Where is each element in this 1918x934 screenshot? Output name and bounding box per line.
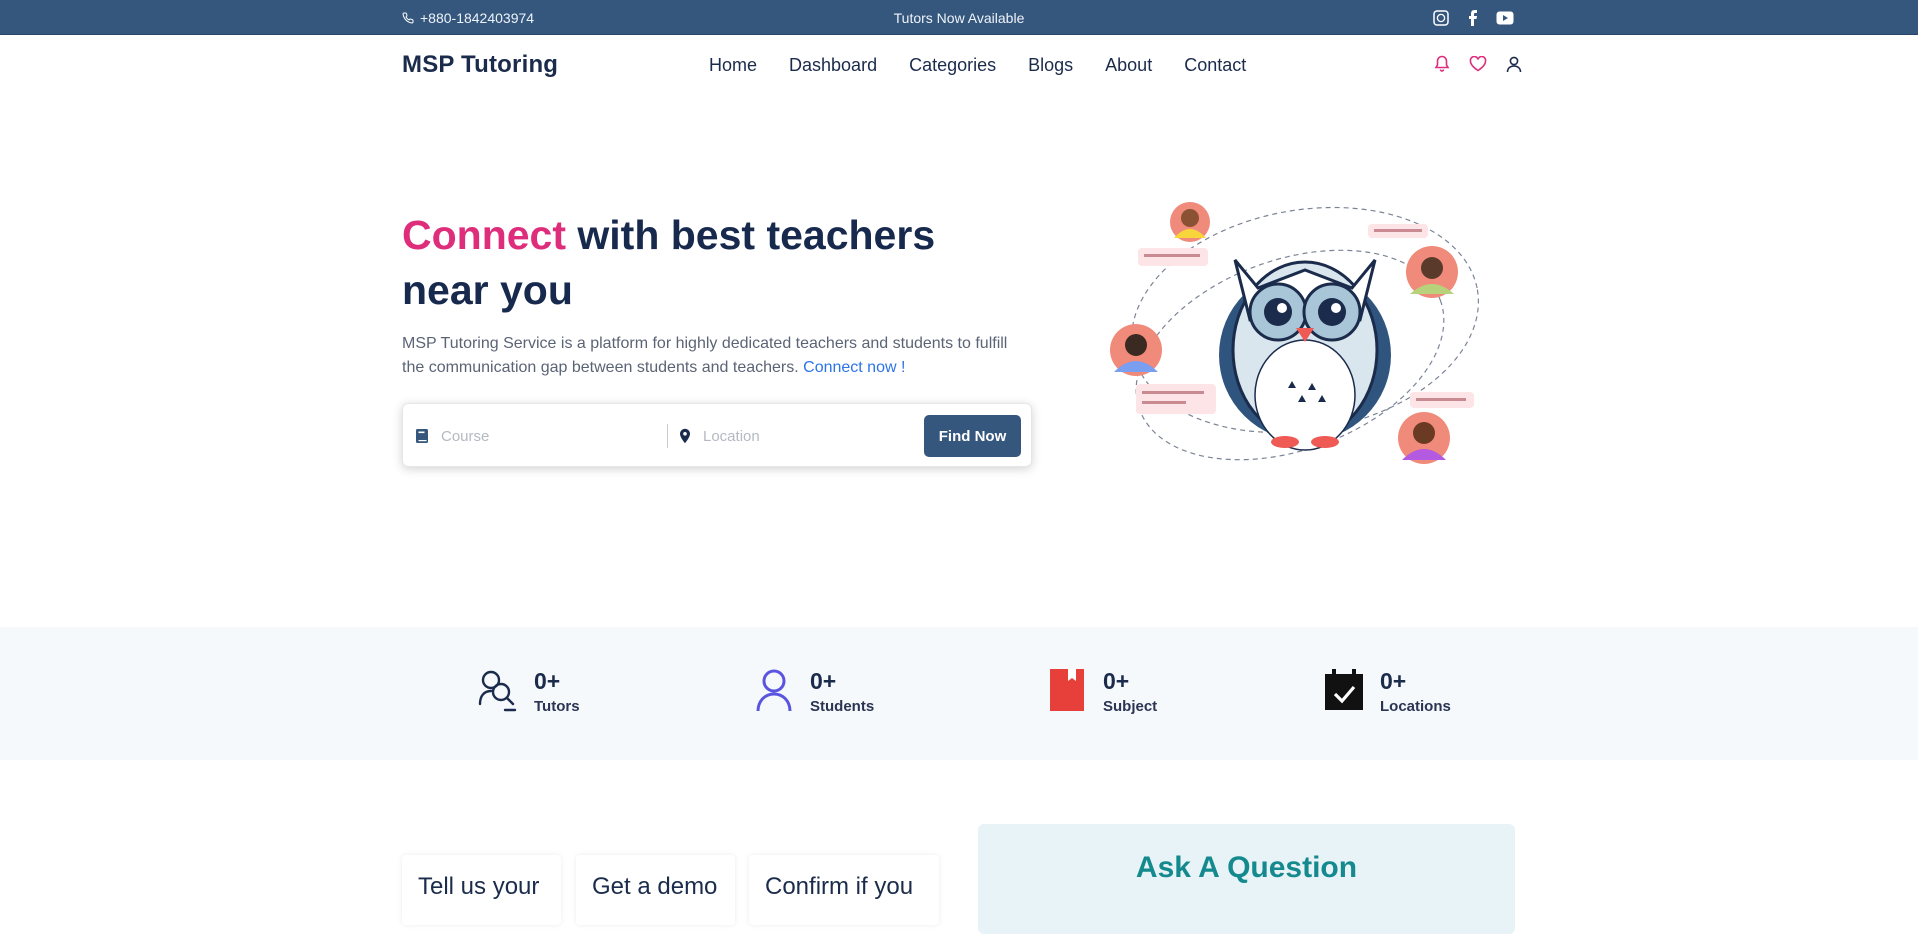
nav-item-about[interactable]: About xyxy=(1105,55,1152,76)
stat-tutors: 0+ Tutors xyxy=(476,667,580,715)
brand-logo[interactable]: MSP Tutoring xyxy=(402,51,558,79)
stat-subject: 0+ Subject xyxy=(1045,667,1157,715)
search-divider xyxy=(667,424,668,448)
book-icon xyxy=(416,429,428,443)
location-input-placeholder: Location xyxy=(703,427,760,445)
nav-item-dashboard[interactable]: Dashboard xyxy=(789,55,877,76)
nav-item-categories[interactable]: Categories xyxy=(909,55,996,76)
hero-description: MSP Tutoring Service is a platform for h… xyxy=(402,332,1022,380)
stat-value: 0+ xyxy=(1103,668,1130,694)
whatsapp-icon[interactable] xyxy=(1432,9,1450,27)
top-bar: +880-1842403974 Tutors Now Available xyxy=(0,0,1918,35)
avatar-bottom-right xyxy=(1398,412,1450,464)
step-card[interactable]: Tell us your xyxy=(402,855,561,925)
stat-label: Tutors xyxy=(534,698,580,715)
ask-question-title: Ask A Question xyxy=(1135,851,1358,884)
nav-menu: Home Dashboard Categories Blogs About Co… xyxy=(709,55,1246,76)
stat-tutors-text: 0+ Tutors xyxy=(534,667,580,715)
calendar-check-icon xyxy=(1322,667,1366,713)
stat-students: 0+ Students xyxy=(752,667,874,715)
stat-label: Students xyxy=(810,698,875,715)
avatar-right xyxy=(1406,246,1458,298)
connect-now-link[interactable]: Connect now ! xyxy=(803,359,905,376)
location-field[interactable]: Location xyxy=(679,422,899,450)
user-icon[interactable] xyxy=(1504,54,1524,74)
stat-value: 0+ xyxy=(810,668,837,694)
step-card-title: Get a demo xyxy=(592,873,718,900)
nav-item-blogs[interactable]: Blogs xyxy=(1028,55,1073,76)
owl-mascot xyxy=(1219,259,1391,451)
search-form: Course Location Find Now xyxy=(402,403,1032,467)
stat-students-text: 0+ Students xyxy=(810,667,874,715)
stat-subject-text: 0+ Subject xyxy=(1103,667,1157,715)
stats-band: 0+ Tutors 0+ Students 0+ Subject 0+ Loca… xyxy=(0,627,1918,760)
hero-illustration xyxy=(1110,202,1479,464)
announcement: Tutors Now Available xyxy=(893,10,1025,26)
hero-title-accent: Connect xyxy=(402,212,566,258)
step-card[interactable]: Confirm if you xyxy=(749,855,939,925)
stat-value: 0+ xyxy=(534,668,561,694)
youtube-icon[interactable] xyxy=(1496,9,1514,27)
stat-locations: 0+ Locations xyxy=(1322,667,1451,715)
step-card-title: Tell us your xyxy=(418,873,540,900)
find-now-button[interactable]: Find Now xyxy=(924,415,1021,457)
main-navbar: MSP Tutoring Home Dashboard Categories B… xyxy=(0,35,1918,95)
stat-value: 0+ xyxy=(1380,668,1407,694)
hero-title: Connect with best teachers near you xyxy=(402,208,1002,318)
stat-label: Locations xyxy=(1380,698,1451,715)
bell-icon[interactable] xyxy=(1432,54,1452,74)
social-links xyxy=(1432,9,1514,27)
nav-item-contact[interactable]: Contact xyxy=(1184,55,1246,76)
step-card-title: Confirm if you xyxy=(765,873,914,900)
facebook-icon[interactable] xyxy=(1464,9,1482,27)
hero-description-text: MSP Tutoring Service is a platform for h… xyxy=(402,335,1008,376)
student-icon xyxy=(752,667,796,713)
book-red-icon xyxy=(1045,667,1089,713)
stat-label: Subject xyxy=(1103,698,1158,715)
avatar-top-left xyxy=(1170,202,1210,242)
nav-item-home[interactable]: Home xyxy=(709,55,757,76)
avatar-left xyxy=(1110,324,1162,376)
nav-actions xyxy=(1432,54,1524,74)
step-card[interactable]: Get a demo xyxy=(576,855,735,925)
heart-icon[interactable] xyxy=(1468,54,1488,74)
course-input-placeholder: Course xyxy=(441,427,490,445)
course-field[interactable]: Course xyxy=(415,422,655,450)
tutor-icon xyxy=(476,667,520,713)
stat-locations-text: 0+ Locations xyxy=(1380,667,1451,715)
location-pin-icon xyxy=(680,428,690,444)
